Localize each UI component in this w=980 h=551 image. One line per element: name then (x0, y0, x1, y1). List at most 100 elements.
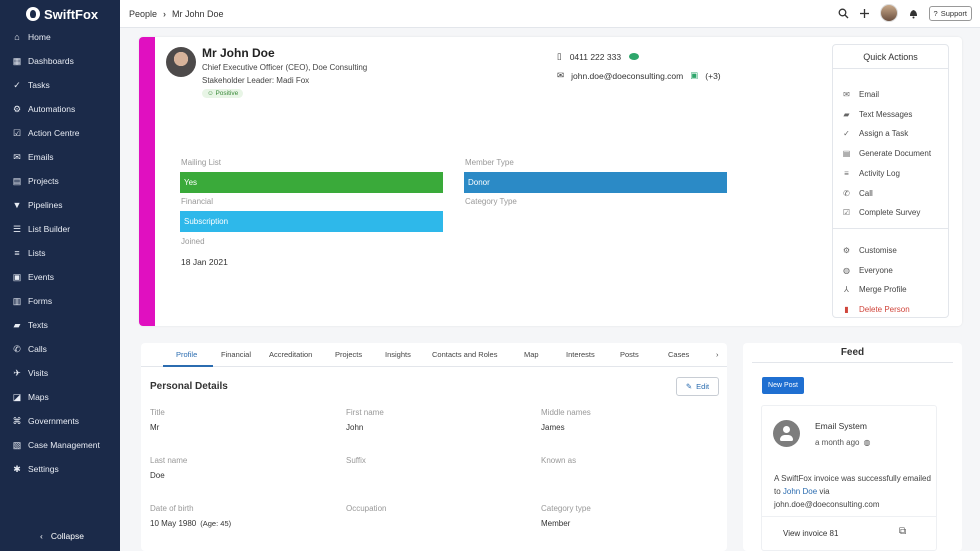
tab-financial[interactable]: Financial (221, 350, 251, 359)
edit-button[interactable]: ✎ Edit (676, 377, 719, 396)
tab-bar: › Profile Financial Accreditation Projects I… (141, 343, 727, 367)
quick-action-delete-person[interactable]: ▮ Delete Person (842, 305, 909, 314)
breadcrumb-people[interactable]: People (129, 9, 157, 19)
sidebar-item-label: Visits (28, 368, 49, 378)
quick-action-complete-survey[interactable]: ☑ Complete Survey (842, 208, 920, 217)
profile-name: Mr John Doe (202, 46, 275, 60)
sidebar-item-action-centre[interactable]: ☑ Action Centre (12, 125, 80, 141)
tab-cases[interactable]: Cases (668, 350, 689, 359)
sidebar-item-tasks[interactable]: ✓ Tasks (12, 77, 50, 93)
feed-time: a month ago ◍ (815, 438, 870, 447)
bell-icon[interactable] (908, 8, 919, 19)
external-link-icon[interactable]: ⧉ (899, 526, 906, 537)
field-label-date-of-birth: Date of birth (150, 504, 194, 513)
tabs-next-icon[interactable]: › (716, 350, 719, 359)
active-tab-indicator (163, 365, 213, 367)
sidebar-item-label: Emails (28, 152, 54, 162)
sidebar-item-list-builder[interactable]: ☰ List Builder (12, 221, 70, 237)
tab-interests[interactable]: Interests (566, 350, 595, 359)
feed-sender: Email System (815, 421, 867, 431)
brand-logo[interactable]: SwiftFox (26, 4, 98, 24)
collapse-button[interactable]: ‹ Collapse (40, 531, 84, 541)
new-post-button[interactable]: New Post (762, 377, 804, 394)
mail-status-icon[interactable]: ▣ (690, 70, 698, 81)
sidebar-item-forms[interactable]: ▥ Forms (12, 293, 52, 309)
sidebar-item-visits[interactable]: ✈ Visits (12, 365, 48, 381)
sidebar-item-automations[interactable]: ⚙ Automations (12, 101, 75, 117)
sidebar-item-emails[interactable]: ✉ Emails (12, 149, 54, 165)
collapse-label: Collapse (50, 531, 84, 541)
sidebar-item-label: List Builder (28, 224, 71, 234)
mobile-icon: ▯ (557, 51, 562, 61)
tab-insights[interactable]: Insights (385, 350, 411, 359)
sidebar-item-texts[interactable]: ▰ Texts (12, 317, 48, 333)
quick-action-assign-a-task[interactable]: ✓ Assign a Task (842, 129, 908, 138)
tab-contacts-and-roles[interactable]: Contacts and Roles (432, 350, 497, 359)
tab-posts[interactable]: Posts (620, 350, 639, 359)
quick-action-merge-profile[interactable]: ⅄ Merge Profile (842, 285, 907, 294)
main-content: Mr John Doe Chief Executive Officer (CEO… (120, 28, 980, 551)
profile-role: Chief Executive Officer (CEO), Doe Consu… (202, 63, 368, 72)
sidebar-item-projects[interactable]: ▤ Projects (12, 173, 59, 189)
sidebar-item-case-management[interactable]: ▧ Case Management (12, 437, 100, 453)
dashboard-icon: ▦ (12, 55, 22, 66)
email-address[interactable]: john.doe@doeconsulting.com (571, 71, 683, 81)
quick-action-label: Activity Log (859, 168, 900, 178)
sidebar-item-calls[interactable]: ✆ Calls (12, 341, 47, 357)
quick-action-customise[interactable]: ⚙ Customise (842, 246, 897, 255)
user-avatar-icon (773, 420, 800, 447)
quick-action-everyone[interactable]: ◍ Everyone (842, 266, 893, 275)
sidebar-item-maps[interactable]: ◪ Maps (12, 389, 49, 405)
document-icon: ▤ (842, 149, 851, 159)
breadcrumb-current: Mr John Doe (172, 9, 224, 19)
feed-message-link[interactable]: John Doe (783, 487, 817, 496)
field-label-middle-names: Middle names (541, 408, 591, 417)
field-value-text: James (541, 423, 565, 432)
sidebar-item-governments[interactable]: ⌘ Governments (12, 413, 80, 429)
email-extra-count[interactable]: (+3) (705, 71, 720, 81)
sidebar-item-events[interactable]: ▣ Events (12, 269, 54, 285)
quick-action-label: Customise (859, 246, 897, 255)
breadcrumb: People › Mr John Doe (129, 9, 224, 19)
sidebar-item-pipelines[interactable]: ▼ Pipelines (12, 197, 63, 213)
field-label-known-as: Known as (541, 456, 577, 465)
field-value-title: Mr (150, 423, 159, 432)
tab-projects[interactable]: Projects (335, 350, 362, 359)
email-icon: ✉ (843, 90, 850, 99)
view-invoice-link[interactable]: View invoice 81 (783, 529, 838, 538)
feed-card-divider (762, 516, 936, 517)
quick-action-text-messages[interactable]: ▰ Text Messages (842, 110, 912, 119)
quick-action-label: Everyone (859, 265, 893, 275)
sidebar-item-label: Home (28, 32, 51, 42)
tab-profile[interactable]: Profile (176, 350, 197, 359)
support-button[interactable]: ? Support (928, 5, 972, 21)
user-avatar[interactable] (879, 4, 898, 22)
financial-label: Financial (181, 197, 214, 206)
profile-avatar[interactable] (166, 47, 196, 77)
quick-action-email[interactable]: ✉ Email (842, 90, 879, 99)
tab-accreditation[interactable]: Accreditation (269, 350, 312, 359)
sidebar-item-dashboards[interactable]: ▦ Dashboards (12, 53, 74, 69)
add-icon[interactable] (859, 8, 870, 19)
quick-action-call[interactable]: ✆ Call (842, 189, 873, 198)
profile-accent-bar (139, 37, 155, 326)
sidebar-item-settings[interactable]: ✱ Settings (12, 461, 59, 477)
case-management-icon: ▧ (12, 439, 22, 450)
quick-action-activity-log[interactable]: ≡ Activity Log (842, 169, 900, 178)
survey-icon: ☑ (842, 208, 851, 218)
sidebar-item-home[interactable]: ⌂ Home (12, 29, 51, 45)
tab-map[interactable]: Map (524, 350, 539, 359)
sidebar-item-lists[interactable]: ≡ Lists (12, 245, 45, 261)
chat-bubble-icon[interactable] (629, 53, 640, 60)
member-type-value[interactable]: Donor (464, 172, 727, 193)
financial-value[interactable]: Subscription (180, 211, 443, 232)
sentiment-label: Positive (215, 90, 239, 97)
fox-logo-icon (26, 7, 40, 21)
phone-number[interactable]: 0411 222 333 (570, 52, 621, 62)
mailing-list-value[interactable]: Yes (180, 172, 443, 193)
quick-action-generate-document[interactable]: ▤ Generate Document (842, 149, 931, 158)
search-icon[interactable] (838, 8, 849, 19)
field-value-date-of-birth: 10 May 1980 (Age: 45) (150, 519, 231, 528)
globe-icon: ◍ (863, 438, 871, 447)
texts-icon: ▰ (13, 319, 21, 330)
